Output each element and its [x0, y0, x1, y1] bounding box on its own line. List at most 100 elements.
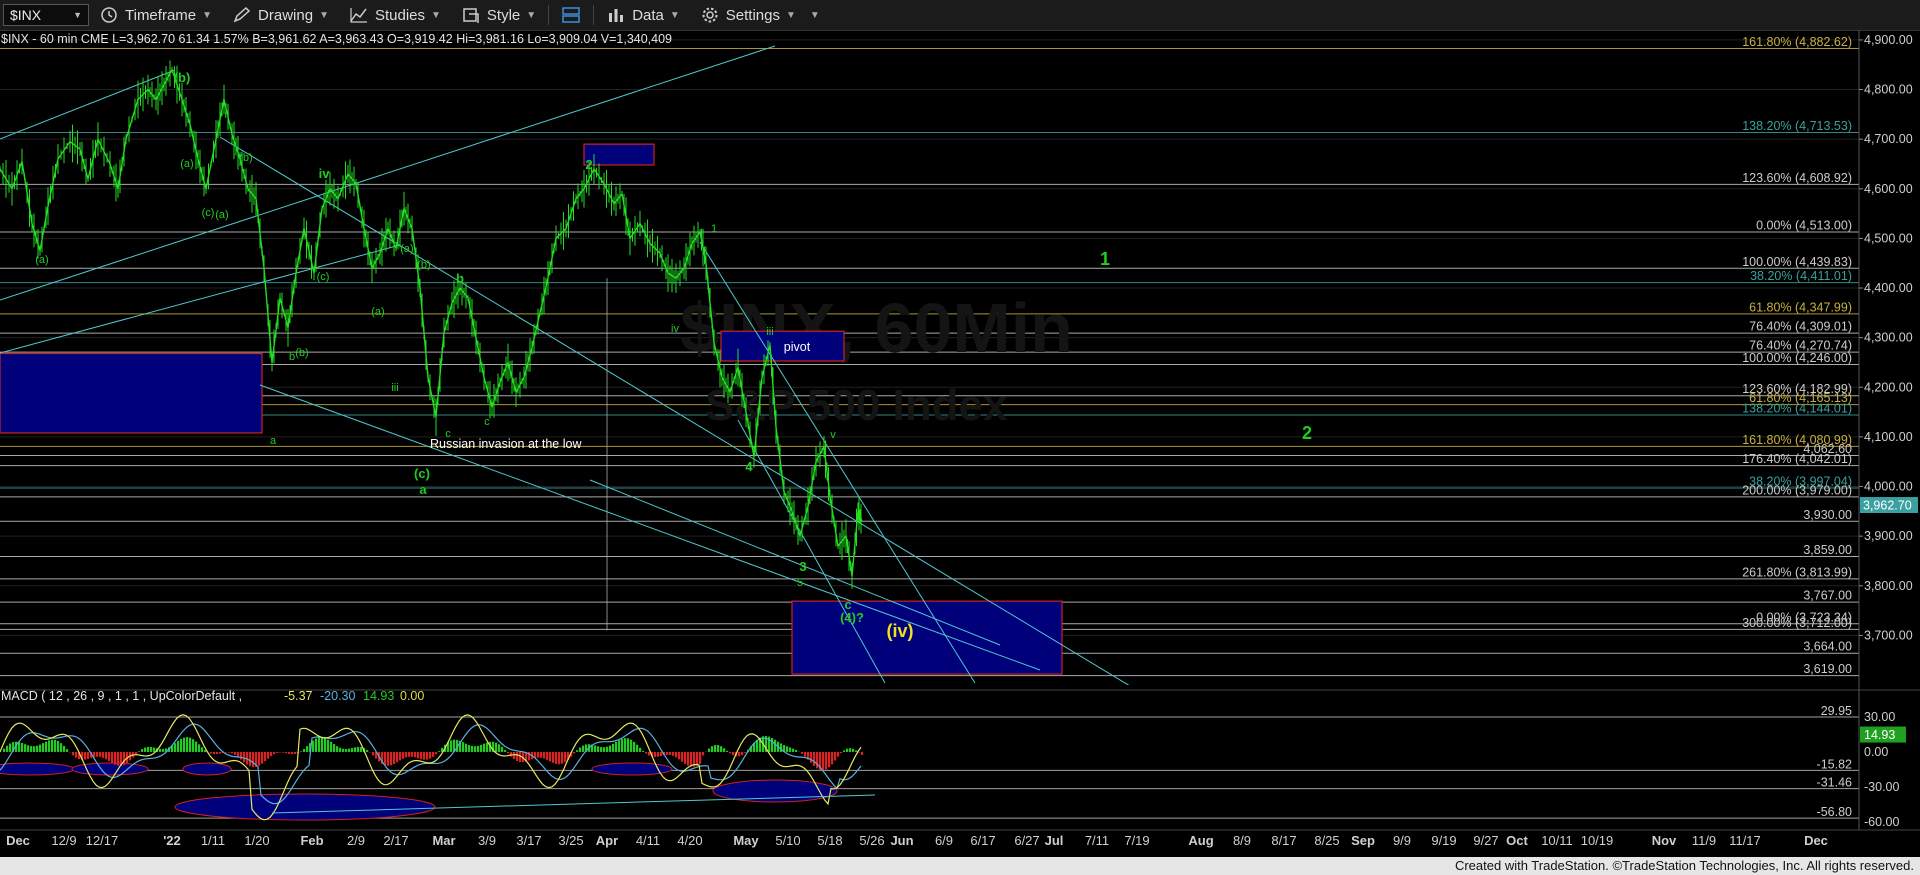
time-tick-label: 6/17	[970, 833, 995, 848]
macd-hist-bar	[426, 751, 429, 760]
macd-hist-bar	[594, 745, 597, 752]
time-tick-label: 12/17	[86, 833, 119, 848]
layout-button[interactable]	[551, 0, 591, 30]
studies-menu[interactable]: Studies ▼	[339, 0, 451, 30]
data-menu[interactable]: Data ▼	[596, 0, 690, 30]
price-tick-label: 4,600.00	[1864, 182, 1913, 196]
macd-hist-bar	[324, 738, 327, 752]
macd-hist-bar	[723, 748, 726, 752]
clock-icon	[101, 7, 117, 23]
wave-label-iii-24: iii	[766, 326, 773, 338]
macd-hist-bar	[219, 751, 222, 754]
macd-hist-bar	[285, 751, 288, 754]
fib-label-3: 0.00% (4,513.00)	[1756, 218, 1852, 232]
macd-hist-bar	[117, 751, 120, 766]
price-tick-label: 3,800.00	[1864, 579, 1913, 593]
macd-hist-bar	[252, 751, 255, 768]
macd-hist-bar	[183, 737, 186, 752]
macd-hist-bar	[66, 749, 69, 752]
drawing-menu[interactable]: Drawing ▼	[222, 0, 339, 30]
dropdown-arrow-icon[interactable]: ▼	[73, 10, 82, 20]
macd-hist-bar	[741, 751, 744, 756]
time-tick-label: 9/27	[1473, 833, 1498, 848]
macd-hist-bar	[174, 743, 177, 752]
macd-hist-bar	[345, 748, 348, 752]
time-tick-label: Dec	[1804, 833, 1828, 848]
macd-header-label: MACD ( 12 , 26 , 9 , 1 , 1 , UpColorDefa…	[1, 689, 242, 703]
gear-icon	[702, 7, 718, 23]
macd-hist-bar	[495, 742, 498, 752]
macd-hist-bar	[147, 746, 150, 752]
macd-value-4: 0.00	[400, 689, 424, 703]
macd-hist-bar	[438, 751, 441, 752]
macd-hist-bar	[276, 751, 279, 753]
macd-hist-bar	[282, 751, 285, 753]
macd-hist-bar	[360, 747, 363, 752]
fib-label-0: 161.80% (4,882.62)	[1742, 35, 1852, 49]
macd-hist-bar	[573, 751, 576, 754]
macd-hist-bar	[825, 751, 828, 770]
time-axis: Dec 12/9 12/17 '22 1/11 1/20 Feb 2/9 2/17 Mar 3/9 3…	[0, 829, 1920, 848]
macd-panel: 29.95 -15.82 -31.46 -56.80 30.00 0.00 -30.00 -6…	[0, 689, 1920, 829]
style-menu[interactable]: Style ▼	[451, 0, 546, 30]
macd-hist-bar	[774, 739, 777, 752]
macd-hist-bar	[507, 751, 510, 754]
timeframe-menu[interactable]: Timeframe ▼	[89, 0, 222, 30]
macd-hist-bar	[540, 751, 543, 758]
macd-hist-bar	[855, 750, 858, 752]
time-tick-label: 8/25	[1314, 833, 1339, 848]
time-tick-label: 1/11	[201, 833, 225, 848]
macd-hist-bar	[387, 751, 390, 766]
macd-hist-bar	[234, 751, 237, 755]
macd-hist-bar	[330, 741, 333, 752]
time-tick-label: Jul	[1045, 833, 1064, 848]
caret-down-icon: ▼	[785, 9, 796, 21]
macd-level-label-2: -31.46	[1817, 776, 1852, 790]
caret-down-icon: ▼	[669, 9, 680, 21]
wave-label-c-5: (c)	[202, 207, 215, 219]
time-tick-label: Jun	[890, 833, 913, 848]
toolbar-divider	[593, 5, 595, 25]
macd-value-3: 14.93	[363, 689, 394, 703]
macd-hist-bar	[159, 748, 162, 752]
divergence-ellipse-1	[71, 762, 149, 776]
macd-hist-bar	[831, 751, 834, 765]
settings-menu[interactable]: Settings ▼ ▼	[690, 0, 830, 30]
macd-hist-bar	[501, 746, 504, 752]
timeframe-label: Timeframe	[125, 6, 197, 24]
macd-hist-bar	[354, 747, 357, 752]
macd-hist-bar	[720, 746, 723, 752]
fib-label-12: 138.20% (4,144.01)	[1742, 402, 1852, 416]
time-tick-label: 11/9	[1692, 833, 1716, 848]
macd-hist-bar	[678, 751, 681, 760]
divergence-ellipse-4	[174, 793, 436, 821]
macd-hist-bar	[471, 745, 474, 752]
macd-hist-bar	[675, 751, 678, 758]
divergence-ellipse-0	[0, 762, 75, 776]
price-chart[interactable]: 161.80% (4,882.62) 138.20% (4,713.53) 123.…	[0, 30, 1920, 857]
wave-label-a-6: (a)	[215, 209, 228, 221]
macd-hist-bar	[3, 748, 6, 752]
macd-hist-bar	[84, 751, 87, 760]
macd-hist-bar	[582, 745, 585, 752]
macd-hist-bar	[717, 745, 720, 752]
time-tick-label: May	[733, 833, 759, 848]
macd-hist-bar	[357, 746, 360, 752]
support-box-left	[0, 352, 263, 434]
price-tick-label: 4,500.00	[1864, 231, 1913, 245]
macd-hist-bar	[192, 739, 195, 752]
divergence-ellipse-2	[182, 762, 232, 776]
wave-label-c-20: c	[484, 416, 490, 428]
macd-hist-bar	[450, 740, 453, 752]
time-tick-label: 2/9	[347, 833, 365, 848]
macd-hist-bar	[108, 751, 111, 762]
macd-hist-bar	[96, 751, 99, 757]
macd-hist-bar	[33, 746, 36, 752]
time-tick-label: 5/18	[817, 833, 842, 848]
symbol-input[interactable]: $INX ▼	[3, 4, 89, 26]
wave-label-b-4: (b)	[239, 152, 252, 164]
wave-label-2-21: 2	[585, 157, 592, 172]
wave-label-v-26: v	[830, 429, 836, 441]
macd-hist-bar	[657, 751, 660, 757]
macd-last-label: 14.93	[1864, 728, 1895, 742]
